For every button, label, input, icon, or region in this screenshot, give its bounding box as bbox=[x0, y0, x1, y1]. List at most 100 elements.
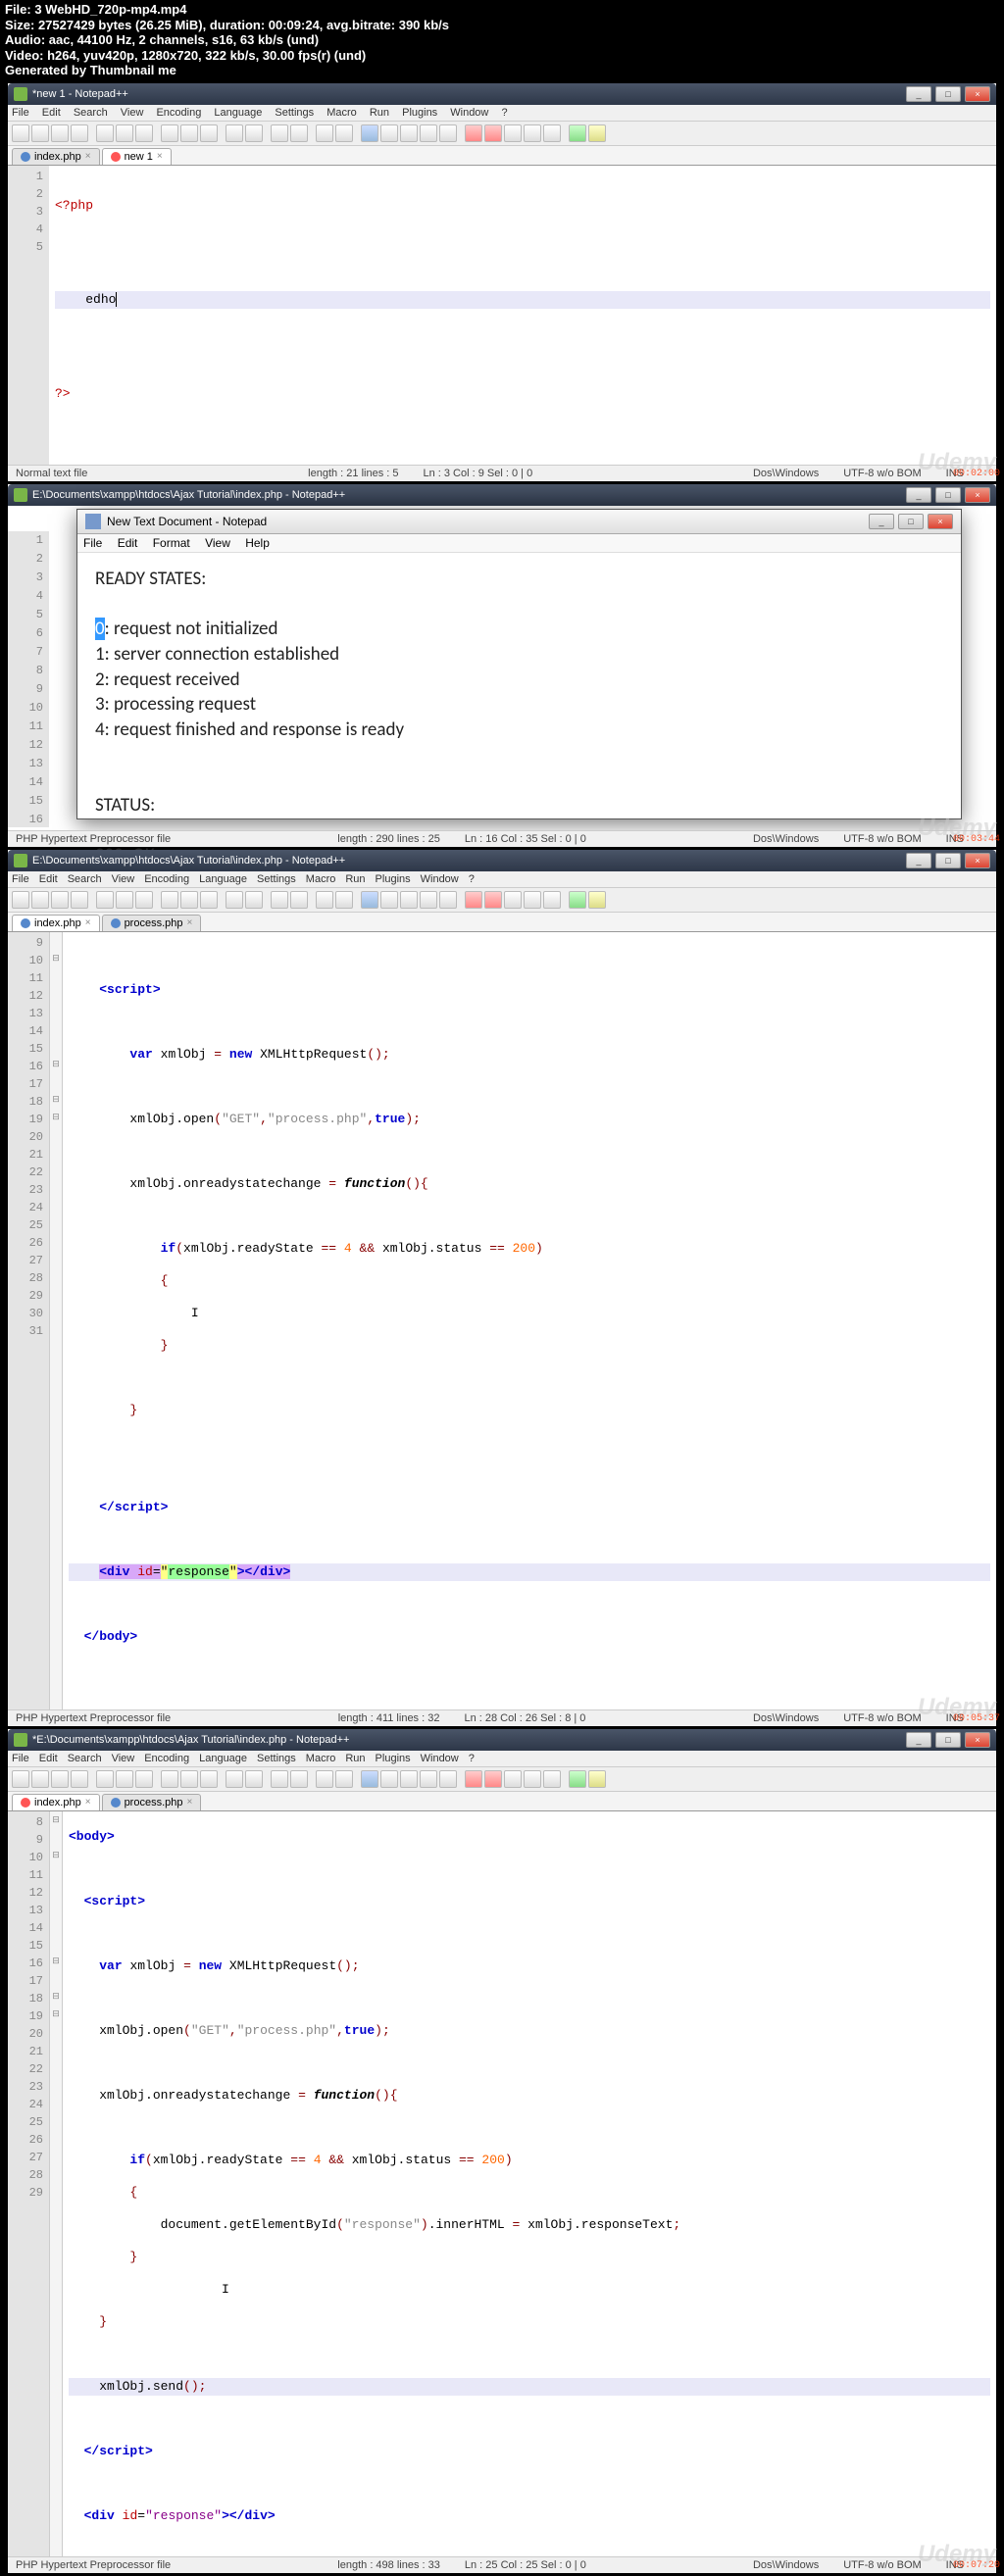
maximize-button[interactable]: □ bbox=[935, 487, 961, 503]
notepad-icon bbox=[85, 514, 101, 529]
indent-icon[interactable] bbox=[400, 124, 418, 142]
menu-language[interactable]: Language bbox=[214, 107, 262, 119]
titlebar[interactable]: E:\Documents\xampp\htdocs\Ajax Tutorial\… bbox=[8, 850, 996, 871]
menu-window[interactable]: Window bbox=[450, 107, 488, 119]
undo-icon[interactable] bbox=[226, 124, 243, 142]
menu-run[interactable]: Run bbox=[370, 107, 389, 119]
cut-icon[interactable] bbox=[161, 124, 178, 142]
titlebar[interactable]: E:\Documents\xampp\htdocs\Ajax Tutorial\… bbox=[8, 484, 996, 506]
menu-plugins[interactable]: Plugins bbox=[402, 107, 437, 119]
minimize-button[interactable]: _ bbox=[906, 86, 931, 102]
explorer-icon[interactable] bbox=[588, 124, 606, 142]
minimize-button[interactable]: _ bbox=[906, 1732, 931, 1748]
menu-edit[interactable]: Edit bbox=[118, 536, 138, 550]
menu-help[interactable]: Help bbox=[245, 536, 270, 550]
statusbar: Normal text file length : 21 lines : 5Ln… bbox=[8, 465, 996, 481]
zoomin-icon[interactable] bbox=[316, 124, 333, 142]
menu-search[interactable]: Search bbox=[74, 107, 108, 119]
close-button[interactable]: × bbox=[965, 86, 990, 102]
close-tab-icon[interactable]: × bbox=[157, 151, 163, 162]
tab-processphp[interactable]: process.php× bbox=[102, 1794, 202, 1810]
redo-icon[interactable] bbox=[245, 124, 263, 142]
showall-icon[interactable] bbox=[380, 124, 398, 142]
maximize-button[interactable]: □ bbox=[935, 1732, 961, 1748]
notepadpp-window-4: *E:\Documents\xampp\htdocs\Ajax Tutorial… bbox=[8, 1729, 996, 2573]
notepad-titlebar[interactable]: New Text Document - Notepad _□× bbox=[77, 510, 961, 534]
menu-format[interactable]: Format bbox=[153, 536, 190, 550]
tab-indexphp[interactable]: index.php× bbox=[12, 148, 100, 165]
menu-edit[interactable]: Edit bbox=[42, 107, 61, 119]
saveall-icon[interactable] bbox=[71, 124, 88, 142]
editor[interactable]: 8910111213141516171819202122232425262728… bbox=[8, 1811, 996, 2556]
tabs: index.php× process.php× bbox=[8, 1792, 996, 1811]
statusbar: PHP Hypertext Preprocessor file length :… bbox=[8, 830, 996, 847]
copy-icon[interactable] bbox=[180, 124, 198, 142]
minimize-button[interactable]: _ bbox=[869, 514, 894, 529]
collapse-icon[interactable] bbox=[439, 124, 457, 142]
menubar: FileEditSearchViewEncodingLanguageSettin… bbox=[8, 1751, 996, 1767]
playmany-icon[interactable] bbox=[524, 124, 541, 142]
close-button[interactable]: × bbox=[965, 487, 990, 503]
open-icon[interactable] bbox=[31, 124, 49, 142]
maximize-button[interactable]: □ bbox=[935, 853, 961, 868]
menu-macro[interactable]: Macro bbox=[326, 107, 357, 119]
new-icon[interactable] bbox=[12, 124, 29, 142]
fold-gutter[interactable]: ⊟⊟⊟⊟ bbox=[49, 932, 63, 1709]
titlebar[interactable]: *E:\Documents\xampp\htdocs\Ajax Tutorial… bbox=[8, 1729, 996, 1751]
find-icon[interactable] bbox=[271, 124, 288, 142]
tabs: index.php× process.php× bbox=[8, 913, 996, 932]
timestamp: 00:02:00 bbox=[953, 469, 1000, 479]
line-gutter-bg: 12345678910111213141516 bbox=[8, 531, 49, 827]
zoomout-icon[interactable] bbox=[335, 124, 353, 142]
folding-icon[interactable] bbox=[420, 124, 437, 142]
notepadpp-window-1: *new 1 - Notepad++ _ □ × File Edit Searc… bbox=[8, 83, 996, 481]
savemacro-icon[interactable] bbox=[543, 124, 561, 142]
code-area[interactable]: <script> var xmlObj = new XMLHttpRequest… bbox=[63, 932, 996, 1709]
save-dot-icon bbox=[21, 152, 30, 162]
tab-processphp[interactable]: process.php× bbox=[102, 915, 202, 931]
notepad-menubar: File Edit Format View Help bbox=[77, 534, 961, 553]
close-button[interactable]: × bbox=[928, 514, 953, 529]
record-icon[interactable] bbox=[465, 124, 482, 142]
editor[interactable]: 12345 <?php edho ?> bbox=[8, 166, 996, 465]
close-button[interactable]: × bbox=[965, 1732, 990, 1748]
replace-icon[interactable] bbox=[290, 124, 308, 142]
menubar: FileEditSearchViewEncodingLanguageSettin… bbox=[8, 871, 996, 888]
menubar: File Edit Search View Encoding Language … bbox=[8, 105, 996, 122]
fold-gutter[interactable]: ⊟⊟⊟⊟⊟ bbox=[49, 1811, 63, 2556]
menu-file[interactable]: File bbox=[12, 107, 29, 119]
maximize-button[interactable]: □ bbox=[898, 514, 924, 529]
print-icon[interactable] bbox=[135, 124, 153, 142]
close-tab-icon[interactable]: × bbox=[85, 151, 91, 162]
save-icon[interactable] bbox=[51, 124, 69, 142]
maximize-button[interactable]: □ bbox=[935, 86, 961, 102]
minimize-button[interactable]: _ bbox=[906, 853, 931, 868]
menu-view[interactable]: View bbox=[121, 107, 144, 119]
play-icon[interactable] bbox=[504, 124, 522, 142]
titlebar[interactable]: *new 1 - Notepad++ _ □ × bbox=[8, 83, 996, 105]
line-gutter: 9101112131415161718192021222324252627282… bbox=[8, 932, 49, 1709]
closeall-icon[interactable] bbox=[116, 124, 133, 142]
stop-icon[interactable] bbox=[484, 124, 502, 142]
minimize-button[interactable]: _ bbox=[906, 487, 931, 503]
menu-settings[interactable]: Settings bbox=[275, 107, 314, 119]
wrap-icon[interactable] bbox=[361, 124, 378, 142]
paste-icon[interactable] bbox=[200, 124, 218, 142]
close-icon[interactable] bbox=[96, 124, 114, 142]
close-button[interactable]: × bbox=[965, 853, 990, 868]
menu-file[interactable]: File bbox=[83, 536, 102, 550]
tab-new1[interactable]: new 1× bbox=[102, 148, 172, 165]
line-gutter: 8910111213141516171819202122232425262728… bbox=[8, 1811, 49, 2556]
statusbar: PHP Hypertext Preprocessor file length :… bbox=[8, 1709, 996, 1726]
tabs: index.php× new 1× bbox=[8, 146, 996, 166]
code-area[interactable]: <body> <script> var xmlObj = new XMLHttp… bbox=[63, 1811, 996, 2556]
compare-icon[interactable] bbox=[569, 124, 586, 142]
menu-view[interactable]: View bbox=[205, 536, 230, 550]
tab-indexphp[interactable]: index.php× bbox=[12, 1794, 100, 1810]
tab-indexphp[interactable]: index.php× bbox=[12, 915, 100, 931]
editor[interactable]: 9101112131415161718192021222324252627282… bbox=[8, 932, 996, 1709]
menu-encoding[interactable]: Encoding bbox=[156, 107, 201, 119]
code-area[interactable]: <?php edho ?> bbox=[49, 166, 996, 465]
menu-help[interactable]: ? bbox=[501, 107, 507, 119]
toolbar bbox=[8, 122, 996, 146]
